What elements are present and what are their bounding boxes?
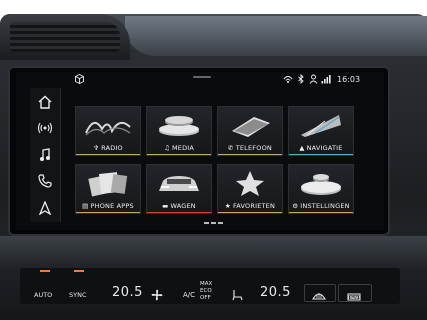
fan-icon[interactable] bbox=[151, 286, 163, 305]
tile-art-media bbox=[159, 116, 199, 136]
tile-art-navigatie bbox=[301, 115, 341, 137]
bluetooth-icon bbox=[297, 73, 305, 86]
status-clock: 16:03 bbox=[337, 75, 361, 84]
navigation-arrow-icon[interactable] bbox=[33, 196, 57, 220]
tile-label: ▲ NAVIGATIE bbox=[289, 144, 353, 152]
auto-indicator-led bbox=[40, 270, 50, 272]
home-icon[interactable] bbox=[33, 90, 57, 114]
sync-button[interactable]: SYNC bbox=[69, 291, 87, 299]
tile-label-text: TELEFOON bbox=[235, 144, 272, 152]
air-vent bbox=[10, 22, 120, 52]
sync-indicator-led bbox=[74, 270, 84, 272]
rear-label: REAR bbox=[348, 296, 361, 301]
ac-button[interactable]: A/C bbox=[183, 291, 195, 299]
tile-label: ⚙ INSTELLINGEN bbox=[289, 202, 353, 210]
tile-radio[interactable]: ♆ RADIO bbox=[75, 106, 141, 156]
tile-label-text: INSTELLINGEN bbox=[300, 202, 350, 210]
tile-accent-bar bbox=[289, 211, 353, 213]
front-defrost-icon bbox=[312, 286, 326, 305]
tile-label-text: WAGEN bbox=[170, 202, 196, 210]
user-icon bbox=[309, 74, 318, 86]
tile-icon-instellingen: ⚙ bbox=[292, 202, 299, 210]
tile-label: ▤ PHONE APPS bbox=[76, 202, 140, 210]
off-button[interactable]: OFF bbox=[200, 295, 211, 301]
tile-label-text: PHONE APPS bbox=[90, 202, 134, 210]
page-indicator[interactable] bbox=[204, 222, 224, 225]
tile-art-radio bbox=[85, 121, 131, 136]
tile-icon-radio: ♆ bbox=[93, 144, 100, 152]
tile-phone-apps[interactable]: ▤ PHONE APPS bbox=[75, 164, 141, 214]
radio-waves-icon[interactable] bbox=[33, 116, 57, 140]
tile-instellingen[interactable]: ⚙ INSTELLINGEN bbox=[288, 164, 354, 214]
tile-wagen[interactable]: ▬ WAGEN bbox=[146, 164, 212, 214]
tile-icon-favorieten: ★ bbox=[224, 202, 231, 210]
tile-navigatie[interactable]: ▲ NAVIGATIE bbox=[288, 106, 354, 156]
eco-button[interactable]: ECO bbox=[200, 288, 212, 294]
tile-label-text: FAVORIETEN bbox=[232, 202, 276, 210]
tile-label-text: NAVIGATIE bbox=[306, 144, 343, 152]
tile-accent-bar bbox=[147, 153, 211, 155]
tile-art-phone-apps bbox=[88, 172, 128, 197]
music-icon[interactable] bbox=[33, 143, 57, 167]
tile-label-text: RADIO bbox=[101, 144, 123, 152]
tile-media[interactable]: ♫ MEDIA bbox=[146, 106, 212, 156]
tile-art-instellingen bbox=[301, 174, 341, 195]
tile-accent-bar bbox=[289, 153, 353, 155]
tile-label: ✆ TELEFOON bbox=[218, 144, 282, 152]
tile-icon-wagen: ▬ bbox=[162, 202, 169, 210]
phone-icon[interactable] bbox=[33, 169, 57, 193]
tile-art-telefoon bbox=[232, 117, 270, 137]
tile-label: ★ FAVORIETEN bbox=[218, 202, 282, 210]
auto-button[interactable]: AUTO bbox=[34, 291, 52, 299]
tile-label: ▬ WAGEN bbox=[147, 202, 211, 210]
left-temperature[interactable]: 20.5 bbox=[112, 285, 143, 300]
tile-icon-telefoon: ✆ bbox=[228, 144, 234, 152]
tile-accent-bar bbox=[147, 211, 211, 213]
signal-icon bbox=[321, 74, 331, 86]
tile-label: ♫ MEDIA bbox=[147, 144, 211, 152]
connectivity-icon bbox=[283, 74, 293, 86]
tile-icon-phone-apps: ▤ bbox=[82, 202, 89, 210]
tile-label-text: MEDIA bbox=[171, 144, 195, 152]
dash-trim bbox=[125, 16, 427, 56]
tile-accent-bar bbox=[218, 153, 282, 155]
tile-telefoon[interactable]: ✆ TELEFOON bbox=[217, 106, 283, 156]
tile-label: ♆ RADIO bbox=[76, 144, 140, 152]
seat-heat-icon[interactable] bbox=[231, 286, 243, 305]
tile-icon-navigatie: ▲ bbox=[299, 144, 305, 152]
cube-icon[interactable] bbox=[75, 73, 84, 86]
max-button[interactable]: MAX bbox=[200, 281, 212, 287]
status-top-handle[interactable] bbox=[193, 76, 211, 78]
tile-art-wagen bbox=[159, 176, 199, 191]
tile-accent-bar bbox=[218, 211, 282, 213]
right-temperature[interactable]: 20.5 bbox=[260, 285, 291, 300]
tile-icon-media: ♫ bbox=[163, 144, 170, 152]
tile-accent-bar bbox=[76, 153, 140, 155]
tile-accent-bar bbox=[76, 211, 140, 213]
tile-favorieten[interactable]: ★ FAVORIETEN bbox=[217, 164, 283, 214]
tile-art-favorieten bbox=[236, 171, 264, 196]
